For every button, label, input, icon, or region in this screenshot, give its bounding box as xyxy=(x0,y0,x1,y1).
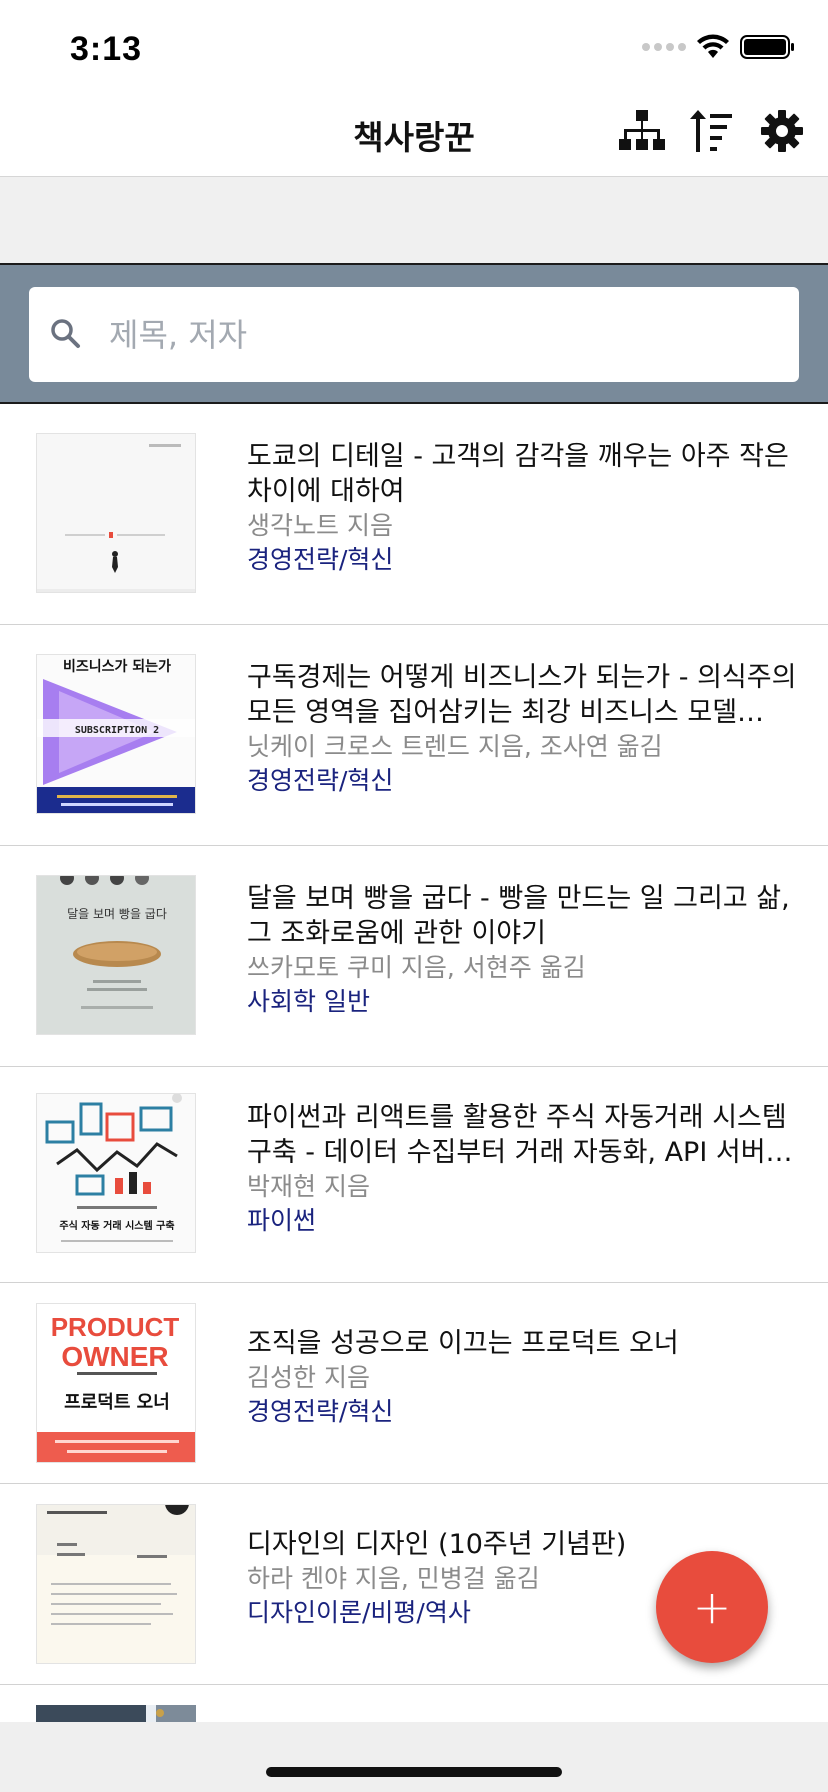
status-time: 3:13 xyxy=(70,30,143,68)
book-cover-art: 비즈니스가 되는가 SUBSCRIPTION 2 xyxy=(37,655,195,813)
book-info: 파이썬과 리액트를 활용한 주식 자동거래 시스템 구축 - 데이터 수집부터 … xyxy=(247,1100,816,1238)
book-title: 조직을 성공으로 이끄는 프로덕트 오너 xyxy=(247,1328,679,1359)
list-item[interactable]: 비즈니스가 되는가 SUBSCRIPTION 2 구독경제는 어떻게 비즈니스가… xyxy=(0,625,828,846)
nav-actions xyxy=(618,107,806,155)
book-cover xyxy=(36,433,196,593)
cover-text: PRODUCT xyxy=(51,1312,180,1342)
settings-button[interactable] xyxy=(758,107,806,155)
hierarchy-button[interactable] xyxy=(618,107,666,155)
nav-bar: 책사랑꾼 xyxy=(0,95,828,177)
book-cover-art: 주식 자동 거래 시스템 구축 xyxy=(37,1094,195,1252)
hierarchy-icon xyxy=(619,110,665,150)
cover-text: OWNER xyxy=(61,1341,168,1372)
book-category: 파이썬 xyxy=(247,1206,317,1235)
book-cover: 주식 자동 거래 시스템 구축 xyxy=(36,1093,196,1253)
signal-icon xyxy=(642,43,686,51)
book-cover-art xyxy=(36,1705,196,1722)
book-cover: 달을 보며 빵을 굽다 xyxy=(36,875,196,1035)
cover-text: SUBSCRIPTION 2 xyxy=(75,725,159,736)
plus-icon: + xyxy=(692,1580,732,1634)
book-category: 사회학 일반 xyxy=(247,987,370,1016)
wifi-icon xyxy=(696,34,730,60)
cover-text: 달을 보며 빵을 굽다 xyxy=(67,907,167,921)
list-item[interactable] xyxy=(0,1685,828,1722)
cover-text: 프로덕트 오너 xyxy=(64,1392,170,1413)
book-info: 도쿄의 디테일 - 고객의 감각을 깨우는 아주 작은 차이에 대하여 생각노트… xyxy=(247,439,816,577)
book-author: 김성한 지음 xyxy=(247,1363,370,1392)
cover-text: 주식 자동 거래 시스템 구축 xyxy=(59,1219,174,1232)
book-cover-art xyxy=(37,1505,195,1663)
list-item[interactable]: 주식 자동 거래 시스템 구축 파이썬과 리액트를 활용한 주식 자동거래 시스… xyxy=(0,1067,828,1283)
search-input[interactable] xyxy=(109,287,779,382)
search-bar xyxy=(0,263,828,404)
add-book-button[interactable]: + xyxy=(656,1551,768,1663)
list-item[interactable]: 도쿄의 디테일 - 고객의 감각을 깨우는 아주 작은 차이에 대하여 생각노트… xyxy=(0,404,828,625)
search-icon xyxy=(51,319,80,348)
book-cover-art xyxy=(37,434,195,592)
book-title: 달을 보며 빵을 굽다 - 빵을 만드는 일 그리고 삶, 그 조화로움에 관한… xyxy=(247,883,790,949)
sort-button[interactable] xyxy=(688,107,736,155)
list-item[interactable]: PRODUCT OWNER 프로덕트 오너 조직을 성공으로 이끄는 프로덕트 … xyxy=(0,1283,828,1484)
book-cover-art: 달을 보며 빵을 굽다 xyxy=(37,876,195,1034)
book-info: 구독경제는 어떻게 비즈니스가 되는가 - 의식주의 모든 영역을 집어삼키는 … xyxy=(247,660,816,798)
book-title: 파이썬과 리액트를 활용한 주식 자동거래 시스템 구축 - 데이터 수집부터 … xyxy=(247,1102,793,1168)
book-info: 조직을 성공으로 이끄는 프로덕트 오너 김성한 지음 경영전략/혁신 xyxy=(247,1326,816,1429)
home-indicator[interactable] xyxy=(266,1767,562,1777)
home-area xyxy=(0,1722,828,1792)
battery-icon xyxy=(740,34,796,60)
list-item[interactable]: 달을 보며 빵을 굽다 달을 보며 빵을 굽다 - 빵을 만드는 일 그리고 삶… xyxy=(0,846,828,1067)
book-title: 도쿄의 디테일 - 고객의 감각을 깨우는 아주 작은 차이에 대하여 xyxy=(247,441,789,507)
book-cover: PRODUCT OWNER 프로덕트 오너 xyxy=(36,1303,196,1463)
book-author: 쓰카모토 쿠미 지음, 서현주 옮김 xyxy=(247,953,586,982)
book-info: 달을 보며 빵을 굽다 - 빵을 만드는 일 그리고 삶, 그 조화로움에 관한… xyxy=(247,881,816,1019)
book-title: 구독경제는 어떻게 비즈니스가 되는가 - 의식주의 모든 영역을 집어삼키는 … xyxy=(247,662,797,728)
book-list: 도쿄의 디테일 - 고객의 감각을 깨우는 아주 작은 차이에 대하여 생각노트… xyxy=(0,404,828,1722)
search-box[interactable] xyxy=(29,287,799,382)
cover-text: 비즈니스가 되는가 xyxy=(63,659,171,675)
book-cover xyxy=(36,1705,196,1722)
status-icons xyxy=(642,34,796,60)
book-author: 박재현 지음 xyxy=(247,1172,370,1201)
status-bar: 3:13 xyxy=(0,0,828,95)
spacer-band xyxy=(0,177,828,263)
book-author: 생각노트 지음 xyxy=(247,511,393,540)
book-cover: 비즈니스가 되는가 SUBSCRIPTION 2 xyxy=(36,654,196,814)
book-cover-art: PRODUCT OWNER 프로덕트 오너 xyxy=(37,1304,195,1462)
book-category: 경영전략/혁신 xyxy=(247,545,394,574)
book-category: 경영전략/혁신 xyxy=(247,766,394,795)
book-cover xyxy=(36,1504,196,1664)
book-category: 경영전략/혁신 xyxy=(247,1397,394,1426)
sort-icon xyxy=(690,110,732,152)
gear-icon xyxy=(761,110,803,152)
book-author: 닛케이 크로스 트렌드 지음, 조사연 옮김 xyxy=(247,732,663,761)
